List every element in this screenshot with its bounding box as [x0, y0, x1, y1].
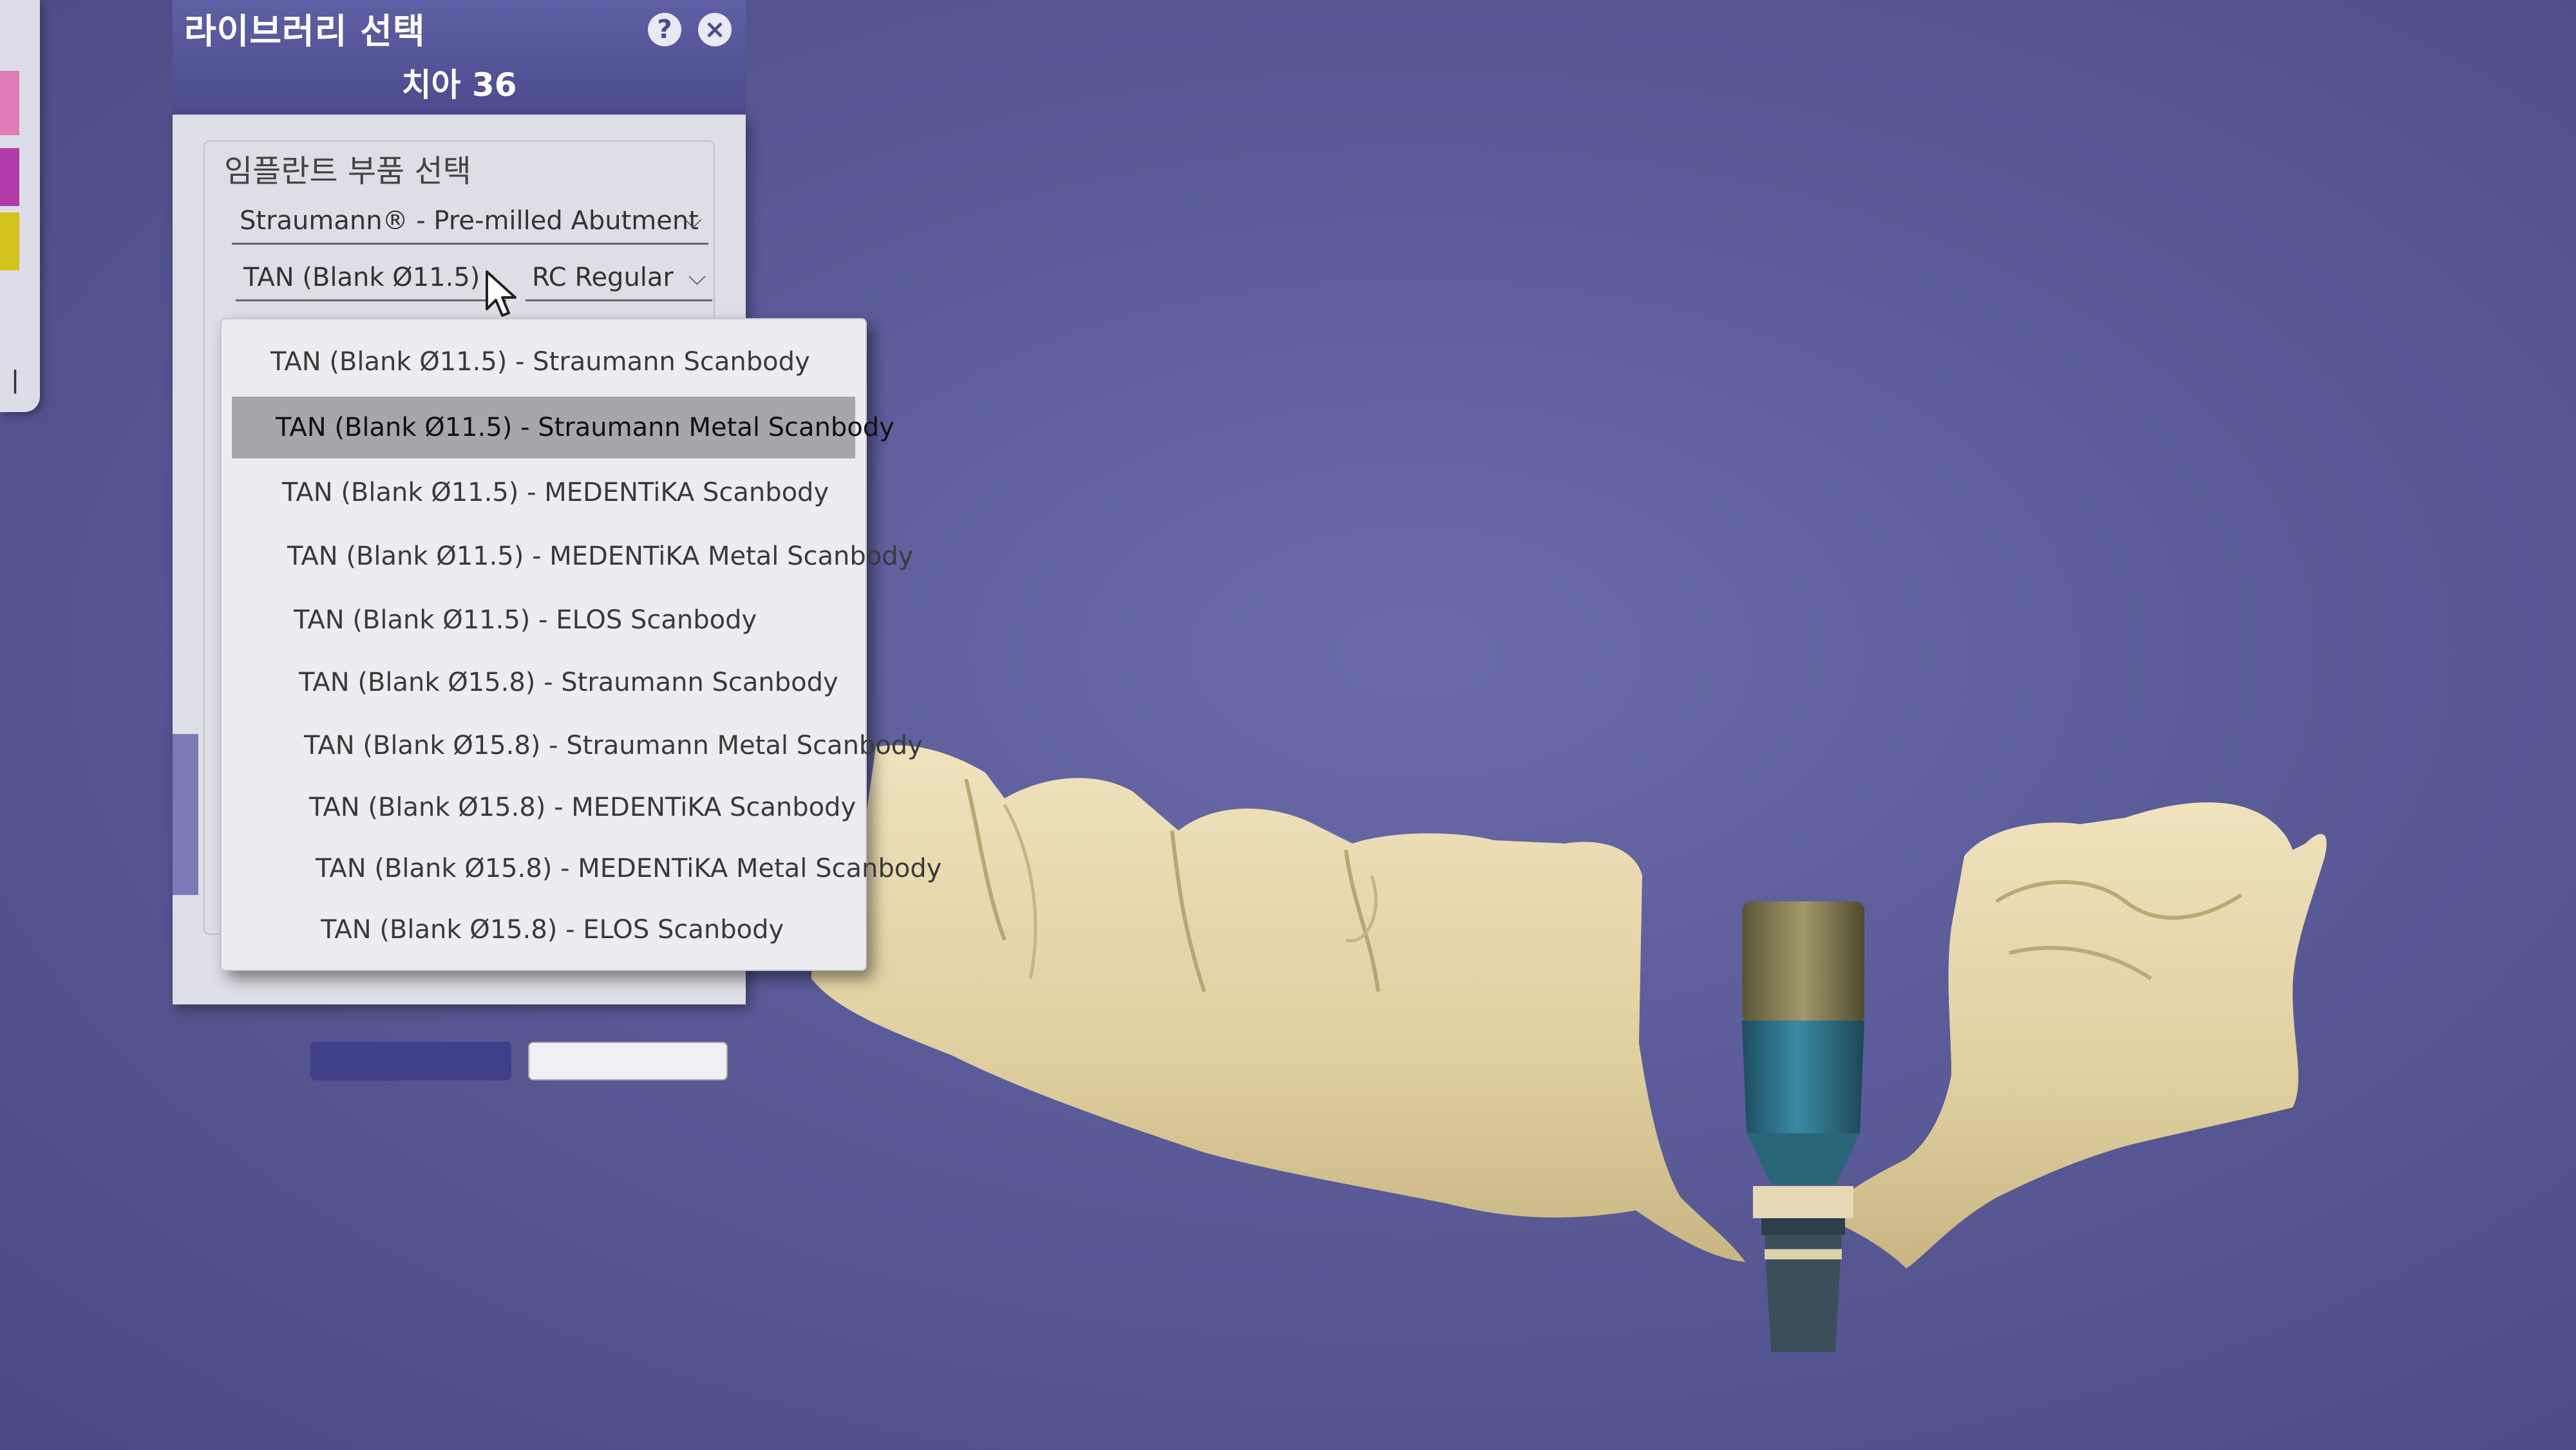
color-swatch — [0, 148, 19, 206]
dental-model-right — [1823, 802, 2327, 1268]
mouse-cursor-icon — [486, 270, 516, 317]
cancel-button[interactable] — [528, 1042, 728, 1080]
color-swatch — [0, 212, 19, 270]
question-icon: ? — [657, 15, 672, 44]
part-dropdown-value: TAN (Blank Ø11.5) · — [243, 263, 497, 292]
dropdown-option[interactable]: TAN (Blank Ø15.8) - MEDENTiKA Metal Scan… — [316, 838, 942, 899]
dropdown-option[interactable]: TAN (Blank Ø11.5) - MEDENTiKA Metal Scan… — [287, 525, 913, 587]
dropdown-option[interactable]: TAN (Blank Ø11.5) - Straumann Metal Scan… — [232, 397, 895, 458]
section-title: 임플란트 부품 선택 — [224, 153, 471, 189]
ok-button[interactable] — [310, 1042, 511, 1080]
implant-abutment[interactable] — [1742, 901, 1864, 1352]
connection-dropdown[interactable]: RC Regular ⌵ — [526, 254, 712, 301]
close-button[interactable]: × — [698, 13, 732, 46]
dropdown-option[interactable]: TAN (Blank Ø15.8) - ELOS Scanbody — [321, 899, 784, 961]
library-dropdown-value: Straumann® - Pre-milled Abutment — [240, 206, 699, 236]
dropdown-option[interactable]: TAN (Blank Ø11.5) - MEDENTiKA Scanbody — [282, 462, 829, 523]
connection-dropdown-value: RC Regular — [532, 263, 674, 292]
left-side-panel: ㅣ — [0, 0, 40, 412]
left-panel-label: ㅣ — [3, 366, 28, 398]
dialog-side-accent — [173, 734, 198, 895]
dropdown-option[interactable]: TAN (Blank Ø11.5) - ELOS Scanbody — [294, 589, 757, 651]
dropdown-option[interactable]: TAN (Blank Ø15.8) - Straumann Scanbody — [299, 652, 838, 713]
part-dropdown[interactable]: TAN (Blank Ø11.5) · — [236, 254, 506, 301]
help-button[interactable]: ? — [648, 13, 681, 46]
part-dropdown-list[interactable]: TAN (Blank Ø11.5) - Straumann Scanbody TA… — [220, 318, 942, 971]
tooth-number-label: 치아 36 — [401, 66, 517, 104]
dental-model-left — [811, 745, 1745, 1262]
dialog-header[interactable]: 라이브러리 선택 ? × 치아 36 — [173, 0, 746, 115]
dropdown-option[interactable]: TAN (Blank Ø11.5) - Straumann Scanbody — [270, 331, 810, 393]
dialog-title: 라이브러리 선택 — [184, 11, 426, 52]
color-swatch — [0, 71, 19, 135]
close-icon: × — [704, 15, 726, 44]
library-dropdown[interactable]: Straumann® - Pre-milled Abutment ⌵ — [232, 197, 708, 245]
chevron-down-icon: ⌵ — [688, 264, 706, 290]
3d-viewport[interactable]: ㅣ 라이브러리 선택 ? × 치아 36 임플란트 부품 선택 Strauman… — [0, 0, 2576, 1450]
chevron-down-icon: ⌵ — [684, 207, 702, 234]
dropdown-option[interactable]: TAN (Blank Ø15.8) - Straumann Metal Scan… — [304, 715, 923, 777]
dropdown-option[interactable]: TAN (Blank Ø15.8) - MEDENTiKA Scanbody — [309, 777, 856, 838]
